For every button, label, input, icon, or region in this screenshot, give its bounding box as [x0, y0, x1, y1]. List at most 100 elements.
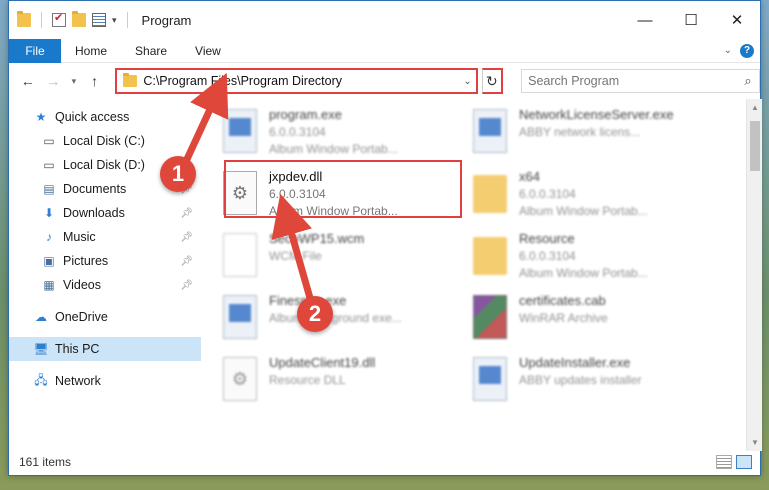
sidebar-item-label: Local Disk (C:) — [63, 134, 145, 148]
file-version: 6.0.0.3104 — [519, 187, 576, 201]
file-version: 6.0.0.3104 — [269, 125, 326, 139]
expand-ribbon-chevron-icon[interactable]: ⌄ — [724, 45, 732, 56]
help-icon[interactable]: ? — [740, 43, 754, 58]
minimize-button[interactable]: — — [622, 1, 668, 39]
sidebar-item-label: Quick access — [55, 110, 130, 124]
title-bar: ▾ Program — ☐ ✕ — [9, 1, 760, 39]
folder-icon — [123, 73, 138, 87]
file-description: Album background exe... — [269, 311, 402, 325]
star-icon: ★ — [35, 110, 47, 124]
large-icons-view-icon[interactable] — [736, 455, 752, 469]
back-arrow-icon[interactable]: ← — [17, 73, 39, 89]
address-bar[interactable]: C:\Program Files\Program Directory ⌄ — [115, 68, 478, 94]
sidebar-item-pictures[interactable]: ▣ Pictures 📌︎ — [9, 249, 201, 273]
ribbon-tabs: File Home Share View ⌄ ? — [9, 38, 760, 63]
tab-home[interactable]: Home — [61, 44, 121, 58]
drive-icon: ▭ — [43, 134, 55, 148]
sidebar-item-label: Network — [55, 374, 101, 388]
file-item[interactable]: x64 6.0.0.3104 Album Window Portab... — [473, 167, 723, 227]
tab-file[interactable]: File — [9, 38, 61, 63]
up-arrow-icon[interactable]: ↑ — [84, 73, 106, 89]
refresh-icon[interactable]: ↻ — [481, 68, 504, 94]
file-description: ABBY network licens... — [519, 125, 641, 139]
winrar-archive-icon — [473, 295, 507, 339]
view-icon[interactable] — [92, 13, 106, 27]
sidebar-item-downloads[interactable]: ⬇ Downloads 📌︎ — [9, 201, 201, 225]
download-icon: ⬇ — [43, 206, 55, 220]
file-name: UpdateInstaller.exe — [519, 355, 631, 370]
folder-icon — [473, 237, 507, 275]
item-count: 161 items — [19, 455, 72, 469]
file-item[interactable]: SecoWP15.wcm WCM File — [223, 229, 473, 289]
address-path[interactable]: C:\Program Files\Program Directory — [143, 74, 459, 88]
exe-file-icon — [473, 109, 507, 153]
file-item[interactable]: Resource 6.0.0.3104 Album Window Portab... — [473, 229, 723, 289]
sidebar-item-videos[interactable]: ▦ Videos 📌︎ — [9, 273, 201, 297]
sidebar-item-label: Pictures — [63, 254, 109, 268]
pin-icon[interactable]: 📌︎ — [180, 232, 193, 243]
file-item[interactable]: program.exe 6.0.0.3104 Album Window Portab… — [223, 105, 473, 165]
tab-share[interactable]: Share — [121, 44, 181, 58]
music-icon: ♪ — [46, 230, 52, 244]
file-item[interactable]: UpdateInstaller.exe ABBY updates installe… — [473, 353, 723, 413]
exe-file-icon — [223, 109, 257, 153]
file-name: SecoWP15.wcm — [269, 231, 365, 246]
sidebar-item-local-disk-c[interactable]: ▭ Local Disk (C:) — [9, 129, 201, 153]
file-name: Finespec.exe — [269, 293, 402, 308]
file-version: 6.0.0.3104 — [519, 249, 576, 263]
sidebar-item-label: This PC — [55, 342, 100, 356]
dll-gear-icon: ⚙ — [223, 357, 257, 401]
file-item[interactable]: Finespec.exe Album background exe... — [223, 291, 473, 351]
main-content: ★ Quick access ▭ Local Disk (C:) ▭ Local… — [9, 99, 762, 451]
search-icon[interactable]: ⌕ — [737, 73, 759, 89]
sidebar-item-network[interactable]: 🖧︎ Network — [9, 369, 201, 393]
search-box[interactable]: ⌕ — [521, 69, 761, 93]
forward-arrow-icon[interactable]: → — [43, 73, 65, 89]
details-view-icon[interactable] — [716, 455, 732, 469]
properties-check-icon[interactable] — [52, 11, 66, 27]
search-input[interactable] — [528, 74, 738, 88]
file-item[interactable]: certificates.cab WinRAR Archive — [473, 291, 723, 351]
address-dropdown-chevron-icon[interactable]: ⌄ — [460, 76, 476, 87]
step-1-callout: 1 — [160, 156, 196, 192]
vertical-scrollbar[interactable]: ▲ ▼ — [746, 99, 762, 451]
pin-icon[interactable]: 📌︎ — [180, 280, 193, 291]
divider — [126, 12, 128, 28]
sidebar-item-quick-access[interactable]: ★ Quick access — [9, 105, 201, 129]
document-file-icon — [223, 233, 257, 277]
file-description: Resource DLL — [269, 373, 346, 387]
exe-file-icon — [223, 295, 257, 339]
network-icon: 🖧︎ — [34, 372, 48, 387]
recent-locations-chevron-icon[interactable]: ▾ — [68, 76, 80, 87]
exe-file-icon — [473, 357, 507, 401]
window-title: Program — [141, 12, 192, 28]
close-button[interactable]: ✕ — [714, 1, 760, 39]
scroll-down-icon[interactable]: ▼ — [747, 438, 763, 447]
sidebar-item-music[interactable]: ♪ Music 📌︎ — [9, 225, 201, 249]
sidebar-item-this-pc[interactable]: 🖥︎ This PC — [9, 337, 201, 361]
pin-icon[interactable]: 📌︎ — [180, 208, 193, 219]
file-item[interactable]: ⚙ UpdateClient19.dll Resource DLL — [223, 353, 473, 413]
explorer-window: ▾ Program — ☐ ✕ File Home Share View ⌄ ?… — [8, 0, 762, 476]
file-name: Resource — [519, 231, 575, 246]
new-folder-icon[interactable] — [72, 11, 86, 27]
customize-toolbar-chevron-icon[interactable]: ▾ — [112, 15, 117, 26]
scroll-up-icon[interactable]: ▲ — [747, 103, 763, 112]
divider — [41, 12, 42, 28]
drive-icon: ▭ — [43, 158, 55, 172]
file-item[interactable]: NetworkLicenseServer.exe ABBY network lic… — [473, 105, 723, 165]
file-description: Album Window Portab... — [519, 204, 648, 218]
pin-icon[interactable]: 📌︎ — [180, 256, 193, 267]
computer-icon: 🖥︎ — [33, 342, 49, 356]
file-highlight-box — [224, 160, 462, 218]
scrollbar-thumb[interactable] — [750, 121, 760, 171]
sidebar-item-label: Downloads — [63, 206, 125, 220]
tab-view[interactable]: View — [181, 44, 235, 58]
documents-icon: ▤ — [43, 182, 55, 196]
file-list: program.exe 6.0.0.3104 Album Window Portab… — [201, 99, 762, 451]
maximize-button[interactable]: ☐ — [668, 1, 714, 39]
videos-icon: ▦ — [43, 278, 55, 292]
sidebar-item-onedrive[interactable]: ☁ OneDrive — [9, 305, 201, 329]
file-name: x64 — [519, 169, 540, 184]
sidebar-item-label: Local Disk (D:) — [63, 158, 145, 172]
